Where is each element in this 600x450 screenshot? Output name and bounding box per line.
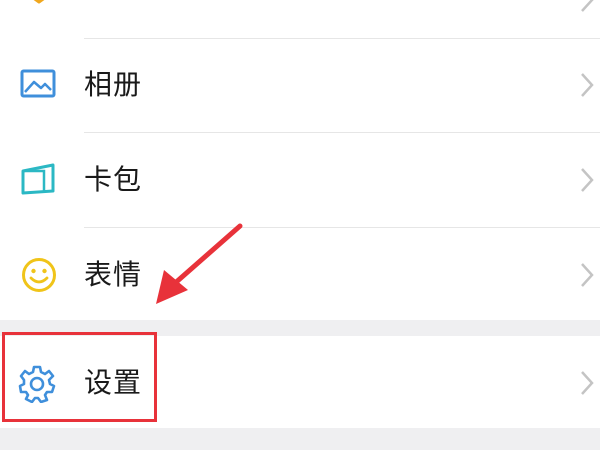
partial-top-icon	[33, 0, 45, 4]
chevron-right-icon	[581, 263, 594, 287]
partial-top-label	[88, 0, 148, 6]
menu-item-emoji[interactable]: 表情	[0, 228, 600, 320]
settings-gear-icon	[18, 365, 56, 403]
chevron-right-icon	[581, 168, 594, 192]
section-gap	[0, 428, 600, 450]
card-wallet-icon	[21, 163, 55, 195]
menu-item-card-wallet[interactable]: 卡包	[0, 133, 600, 225]
section-gap	[0, 320, 600, 336]
menu-row-cutoff[interactable]	[0, 0, 600, 36]
menu-item-label: 设置	[84, 366, 143, 399]
menu-item-album[interactable]: 相册	[0, 39, 600, 131]
me-page-menu: 相册 卡包 表情 设置	[0, 0, 600, 450]
menu-item-label: 卡包	[84, 163, 143, 196]
chevron-right-icon	[581, 73, 594, 97]
menu-item-label: 表情	[84, 258, 143, 291]
menu-item-settings[interactable]: 设置	[0, 336, 600, 428]
emoji-smile-icon	[22, 258, 56, 292]
chevron-right-icon	[581, 0, 594, 12]
menu-item-label: 相册	[84, 68, 143, 101]
chevron-right-icon	[581, 371, 594, 395]
photo-album-icon	[20, 69, 56, 98]
